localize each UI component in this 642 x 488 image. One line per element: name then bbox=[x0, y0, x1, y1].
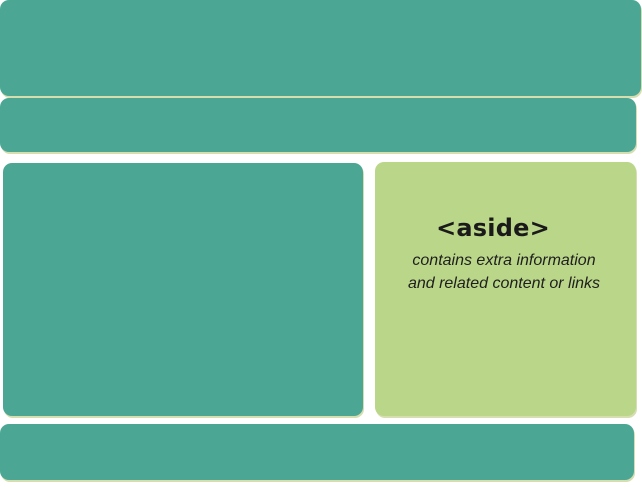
aside-description: contains extra information and related c… bbox=[376, 249, 632, 295]
aside-description-line-1: contains extra information bbox=[412, 252, 596, 269]
aside-title: <aside> bbox=[436, 214, 550, 242]
layout-diagram: <aside> contains extra information and r… bbox=[0, 0, 642, 488]
footer-block bbox=[0, 424, 634, 480]
main-block bbox=[3, 163, 363, 416]
header-block bbox=[0, 0, 641, 96]
nav-block bbox=[0, 98, 636, 152]
aside-description-line-2: and related content or links bbox=[407, 275, 601, 292]
